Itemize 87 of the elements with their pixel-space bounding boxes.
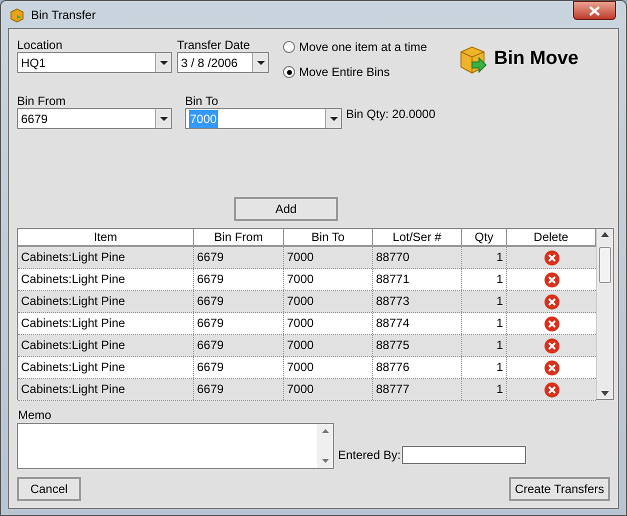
- table-cell: Cabinets:Light Pine: [18, 335, 194, 356]
- field-label: Bin From: [17, 93, 67, 108]
- box-arrow-icon: [458, 44, 488, 76]
- field-label: Location: [17, 37, 64, 52]
- radio-option[interactable]: Move Entire Bins: [283, 63, 458, 81]
- field-label: Bin To: [185, 93, 220, 108]
- window-title: Bin Transfer: [31, 6, 96, 24]
- table-cell: Cabinets:Light Pine: [18, 291, 194, 312]
- table-cell: 6679: [194, 357, 284, 378]
- radio-option[interactable]: Move one item at a time: [283, 38, 458, 56]
- delete-icon[interactable]: [544, 294, 560, 310]
- table-cell: 7000: [284, 291, 373, 312]
- close-icon: [589, 6, 600, 16]
- scroll-up-icon[interactable]: [322, 429, 328, 433]
- dropdown-button[interactable]: [325, 109, 341, 128]
- caret-icon: [256, 60, 264, 64]
- table-cell: 88770: [373, 247, 462, 268]
- table-cell: Cabinets:Light Pine: [18, 379, 194, 400]
- column-header[interactable]: Delete: [507, 229, 596, 247]
- table-cell: 7000: [284, 357, 373, 378]
- radio-button[interactable]: [283, 66, 295, 78]
- table-cell: 88775: [373, 335, 462, 356]
- table-cell: 1: [462, 357, 507, 378]
- combo-box[interactable]: 6679: [17, 108, 172, 129]
- delete-icon[interactable]: [544, 338, 560, 354]
- entered-by-field[interactable]: [402, 446, 526, 464]
- table-cell: 6679: [194, 313, 284, 334]
- table-cell: 6679: [194, 291, 284, 312]
- table-cell: Cabinets:Light Pine: [18, 269, 194, 290]
- scroll-down-icon[interactable]: [322, 459, 328, 463]
- scroll-thumb[interactable]: [599, 247, 611, 283]
- table-cell: 88771: [373, 269, 462, 290]
- bin-qty-text: Bin Qty: 20.0000: [346, 106, 436, 123]
- table-cell: Cabinets:Light Pine: [18, 357, 194, 378]
- box-icon: [9, 6, 25, 22]
- table-cell: 88773: [373, 291, 462, 312]
- scroll-down-icon[interactable]: [601, 391, 609, 396]
- table-cell: 88776: [373, 357, 462, 378]
- cancel-button[interactable]: Cancel: [17, 477, 81, 501]
- table-cell: 7000: [284, 247, 373, 268]
- delete-icon[interactable]: [544, 382, 560, 398]
- table-cell: 1: [462, 379, 507, 400]
- column-header[interactable]: Bin To: [284, 229, 373, 247]
- table-cell: 7000: [284, 379, 373, 400]
- table-cell: 1: [462, 247, 507, 268]
- combo-box[interactable]: 3 / 8 /2006: [177, 52, 269, 73]
- table-cell: 7000: [284, 313, 373, 334]
- table-cell: 7000: [284, 269, 373, 290]
- delete-icon[interactable]: [544, 316, 560, 332]
- table-cell: Cabinets:Light Pine: [18, 247, 194, 268]
- add-button[interactable]: Add: [234, 197, 338, 221]
- caret-icon: [330, 116, 338, 120]
- scroll-up-icon[interactable]: [601, 232, 609, 237]
- dropdown-button[interactable]: [155, 109, 171, 128]
- table-cell: 7000: [284, 335, 373, 356]
- memo-field[interactable]: [17, 423, 334, 469]
- scrollbar[interactable]: [596, 229, 613, 399]
- create-transfers-button[interactable]: Create Transfers: [509, 477, 610, 501]
- table-cell: 6679: [194, 247, 284, 268]
- caret-icon: [160, 60, 168, 64]
- delete-icon[interactable]: [544, 360, 560, 376]
- column-header[interactable]: Item: [18, 229, 194, 247]
- table-cell: 1: [462, 291, 507, 312]
- delete-icon[interactable]: [544, 272, 560, 288]
- column-header[interactable]: Lot/Ser #: [373, 229, 462, 247]
- caret-icon: [160, 116, 168, 120]
- combo-box[interactable]: HQ1: [17, 52, 172, 73]
- delete-icon[interactable]: [544, 250, 560, 266]
- table-cell: 6679: [194, 335, 284, 356]
- field-label: Entered By:: [338, 447, 401, 464]
- dropdown-button[interactable]: [252, 53, 268, 72]
- table-cell: 1: [462, 269, 507, 290]
- table-cell: 1: [462, 335, 507, 356]
- column-header[interactable]: Qty: [462, 229, 507, 247]
- close-button[interactable]: [573, 1, 616, 20]
- table-cell: 88777: [373, 379, 462, 400]
- logo-text: Bin Move: [494, 47, 578, 72]
- field-label: Memo: [18, 407, 52, 421]
- radio-button[interactable]: [283, 41, 295, 53]
- table-cell: Cabinets:Light Pine: [18, 313, 194, 334]
- table-cell: 88774: [373, 313, 462, 334]
- table-cell: 6679: [194, 269, 284, 290]
- table-cell: 1: [462, 313, 507, 334]
- dropdown-button[interactable]: [155, 53, 171, 72]
- column-header[interactable]: Bin From: [194, 229, 284, 247]
- table-cell: 6679: [194, 379, 284, 400]
- field-label: Transfer Date: [177, 37, 251, 52]
